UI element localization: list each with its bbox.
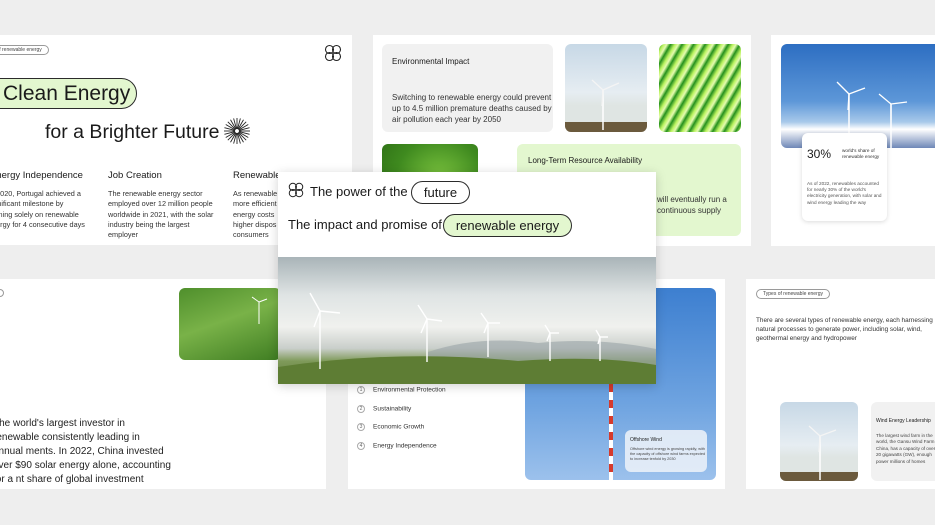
wind-leadership-card: Wind Energy Leadership The largest wind …	[871, 402, 935, 481]
types-turbine-photo	[780, 402, 858, 481]
stat-card: 30% world's share of renewable energy As…	[802, 133, 887, 221]
starburst-icon	[223, 117, 251, 145]
col2-text: The renewable energy sector employed ove…	[108, 189, 214, 240]
renewable-energy-pill: renewable energy	[443, 214, 572, 237]
pill-edge-icon	[0, 289, 4, 297]
slide-tag: Benefits of renewable energy	[0, 45, 49, 55]
slide-share[interactable]: 30% world's share of renewable energy As…	[771, 35, 935, 246]
stat-label: world's share of renewable energy	[842, 148, 880, 159]
list-item-2: 2 Sustainability	[357, 405, 411, 413]
lt-text: will eventually run a continuous supply	[657, 195, 727, 215]
stat-text: As of 2022, renewables accounted for nea…	[807, 181, 882, 205]
types-text: There are several types of renewable ene…	[756, 317, 933, 342]
list-item-4: 4 Energy Independence	[357, 442, 437, 450]
list-item-1: 1 Environmental Protection	[357, 386, 446, 394]
front-line1: The power of the	[310, 184, 408, 199]
lt-title: Long-Term Resource Availability	[528, 156, 643, 165]
env-title: Environmental Impact	[392, 57, 470, 66]
stat-value: 30%	[807, 147, 832, 161]
green-fields-photo	[179, 288, 281, 360]
env-text: Switching to renewable energy could prev…	[392, 93, 552, 124]
wind-card-title: Wind Energy Leadership	[876, 418, 931, 424]
future-pill: future	[411, 181, 470, 204]
col3-text: As renewable more efficient energy costs…	[233, 189, 278, 240]
list-item-3: 3 Economic Growth	[357, 423, 424, 431]
slide-front[interactable]: The power of the future The impact and p…	[278, 172, 656, 384]
china-text: The world's largest investor in renewabl…	[0, 418, 171, 485]
slide-types[interactable]: Types of renewable energy There are seve…	[746, 279, 935, 489]
wind-farm-photo	[278, 257, 656, 384]
offshore-card: Offshore Wind Offshore wind energy is gr…	[625, 430, 707, 472]
col3-title: Renewable	[233, 170, 281, 181]
front-line2: The impact and promise of	[288, 217, 442, 232]
types-tag: Types of renewable energy	[756, 289, 831, 299]
clover-icon	[287, 181, 305, 199]
offshore-text: Offshore wind energy is growing rapidly,…	[630, 447, 706, 461]
turbine-photo	[565, 44, 647, 132]
col1-text: In 2020, Portugal achieved a significant…	[0, 189, 85, 229]
offshore-title: Offshore Wind	[630, 437, 662, 443]
wind-card-text: The largest wind farm in the world, the …	[876, 433, 935, 464]
env-impact-card: Environmental Impact Switching to renewa…	[382, 44, 553, 132]
green-abstract-photo	[659, 44, 741, 132]
clover-icon	[323, 43, 343, 63]
title-pill: Clean Energy	[0, 78, 137, 109]
subtitle: for a Brighter Future	[45, 121, 220, 143]
col1-title: Energy Independence	[0, 170, 83, 181]
col2-title: Job Creation	[108, 170, 162, 181]
